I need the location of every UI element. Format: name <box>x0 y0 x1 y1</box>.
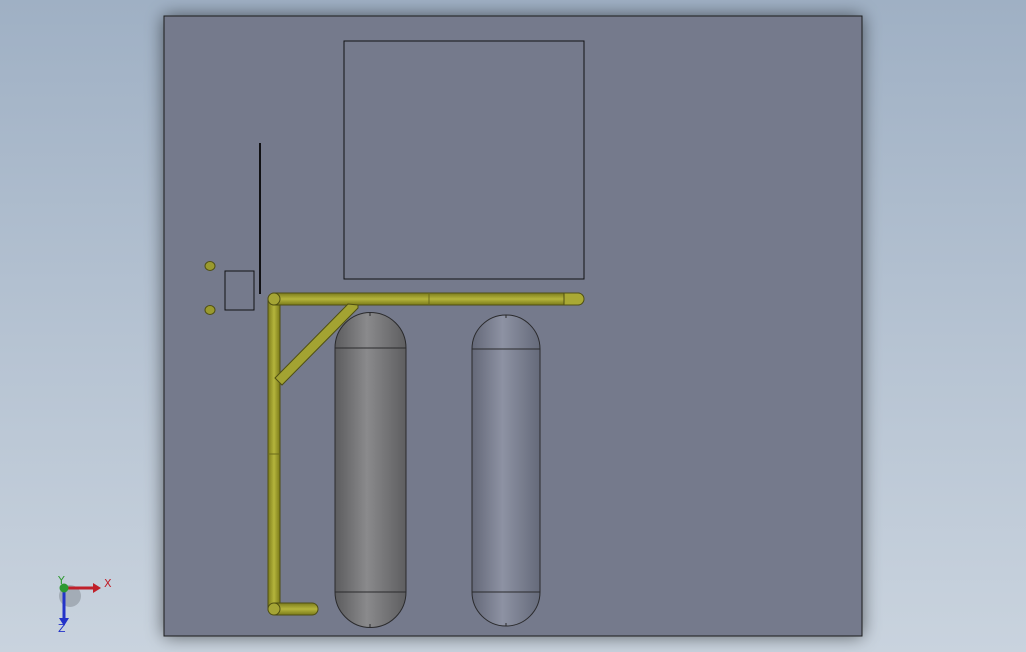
triad-y-label: Y <box>57 574 65 587</box>
fitting-upper[interactable] <box>204 261 216 271</box>
tank-left[interactable] <box>334 312 407 628</box>
graphics-viewport[interactable]: X Y Z <box>0 0 1026 652</box>
triad-x-arrow <box>93 583 101 593</box>
reference-triad: X Y Z <box>57 574 112 635</box>
triad-z-label: Z <box>58 622 66 635</box>
tank-right[interactable] <box>471 314 541 627</box>
fitting-lower[interactable] <box>204 305 216 315</box>
cad-scene[interactable]: X Y Z <box>0 0 1026 652</box>
triad-x-label: X <box>104 577 112 590</box>
